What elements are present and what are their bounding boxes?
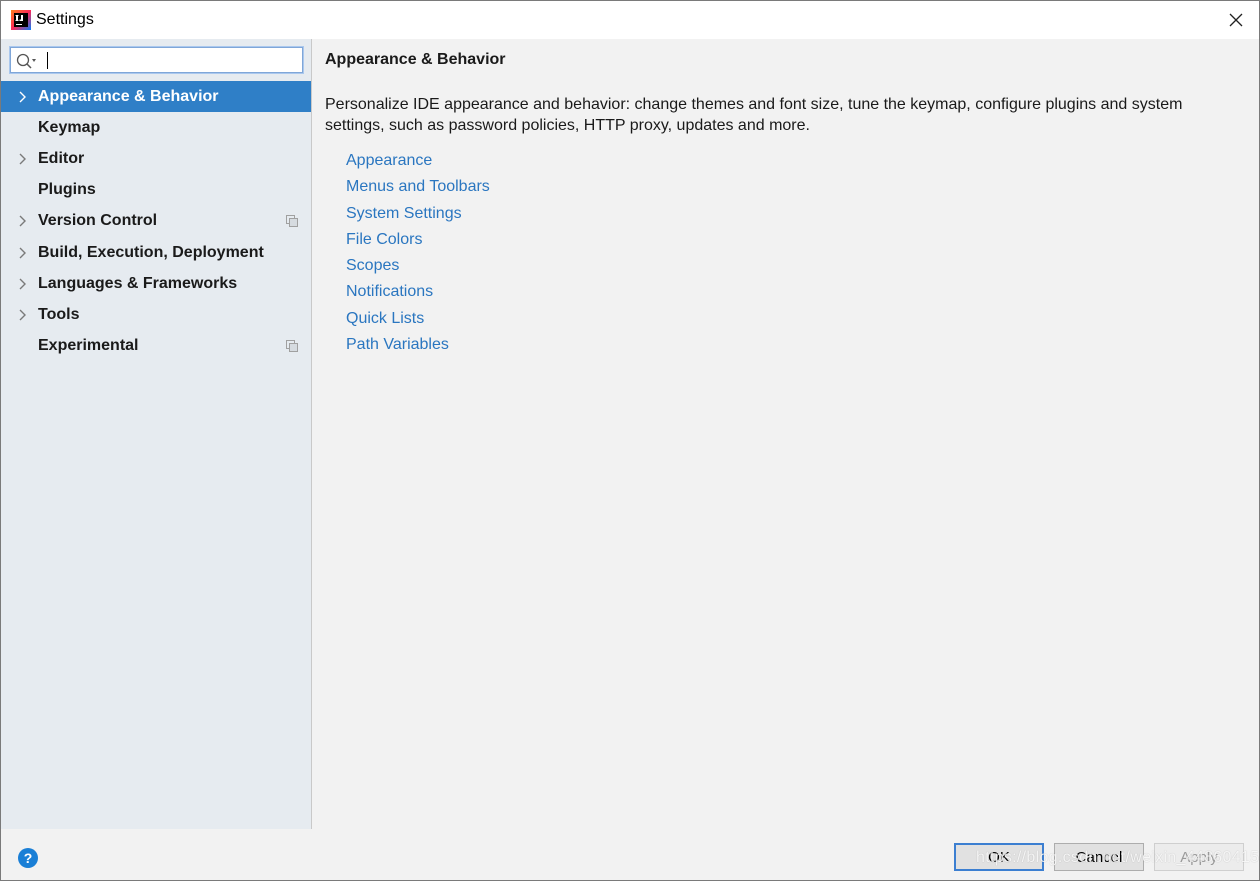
page-description: Personalize IDE appearance and behavior:… xyxy=(325,96,1183,134)
link-path-variables[interactable]: Path Variables xyxy=(346,332,490,358)
sidebar-item-tools[interactable]: Tools xyxy=(1,299,311,330)
chevron-right-icon[interactable] xyxy=(15,214,29,228)
sidebar-item-keymap[interactable]: Keymap xyxy=(1,112,311,143)
settings-content: Appearance & Behavior Personalize IDE ap… xyxy=(313,39,1259,829)
sidebar-item-label: Languages & Frameworks xyxy=(38,274,238,292)
sidebar-item-version-control[interactable]: Version Control xyxy=(1,206,311,237)
search-input[interactable] xyxy=(39,50,297,70)
sidebar-item-build-execution-deployment[interactable]: Build, Execution, Deployment xyxy=(1,237,311,268)
chevron-right-icon[interactable] xyxy=(15,246,29,260)
sidebar-item-label: Editor xyxy=(38,149,85,167)
link-system-settings[interactable]: System Settings xyxy=(346,201,490,227)
cancel-button[interactable]: Cancel xyxy=(1054,843,1144,871)
close-button[interactable] xyxy=(1213,1,1259,39)
chevron-right-icon[interactable] xyxy=(15,277,29,291)
link-file-colors[interactable]: File Colors xyxy=(346,227,490,253)
chevron-right-icon[interactable] xyxy=(15,308,29,322)
apply-button[interactable]: Apply xyxy=(1154,843,1244,871)
project-scope-icon xyxy=(286,340,298,353)
sidebar-item-label: Experimental xyxy=(38,337,139,355)
subsection-links: Appearance Menus and Toolbars System Setti… xyxy=(346,148,490,358)
sidebar-item-label: Build, Execution, Deployment xyxy=(38,243,264,261)
window-title: Settings xyxy=(36,11,94,28)
sidebar-item-plugins[interactable]: Plugins xyxy=(1,175,311,206)
chevron-right-icon[interactable] xyxy=(15,90,29,104)
sidebar-item-languages-frameworks[interactable]: Languages & Frameworks xyxy=(1,268,311,299)
sidebar-item-experimental[interactable]: Experimental xyxy=(1,331,311,362)
project-scope-icon xyxy=(286,215,298,228)
chevron-right-icon[interactable] xyxy=(15,152,29,166)
link-menus-and-toolbars[interactable]: Menus and Toolbars xyxy=(346,174,490,200)
sidebar-item-label: Appearance & Behavior xyxy=(38,87,219,105)
sidebar-item-label: Keymap xyxy=(38,118,101,136)
help-button[interactable]: ? xyxy=(18,848,38,868)
search-field[interactable] xyxy=(10,47,303,73)
title-bar[interactable]: Settings xyxy=(1,1,1259,39)
page-title: Appearance & Behavior xyxy=(325,51,506,68)
settings-tree: Appearance & Behavior Keymap Editor Plugins… xyxy=(1,81,311,362)
close-icon xyxy=(1229,13,1243,27)
link-scopes[interactable]: Scopes xyxy=(346,253,490,279)
link-notifications[interactable]: Notifications xyxy=(346,279,490,305)
settings-sidebar: Appearance & Behavior Keymap Editor Plugins… xyxy=(1,39,312,829)
link-quick-lists[interactable]: Quick Lists xyxy=(346,306,490,332)
sidebar-item-label: Version Control xyxy=(38,212,158,230)
ok-button[interactable]: OK xyxy=(954,843,1044,871)
text-caret xyxy=(47,52,48,69)
link-appearance[interactable]: Appearance xyxy=(346,148,490,174)
sidebar-item-appearance-behavior[interactable]: Appearance & Behavior xyxy=(1,81,311,113)
intellij-app-icon xyxy=(11,10,31,30)
sidebar-item-editor[interactable]: Editor xyxy=(1,143,311,174)
search-icon xyxy=(16,53,36,69)
settings-dialog: Settings Appearance & Behavior Keymap Edit… xyxy=(0,0,1260,881)
dialog-footer: ? OK Cancel Apply https://blog.csdn.net/… xyxy=(1,829,1259,880)
sidebar-item-label: Plugins xyxy=(38,181,96,199)
sidebar-item-label: Tools xyxy=(38,305,80,323)
